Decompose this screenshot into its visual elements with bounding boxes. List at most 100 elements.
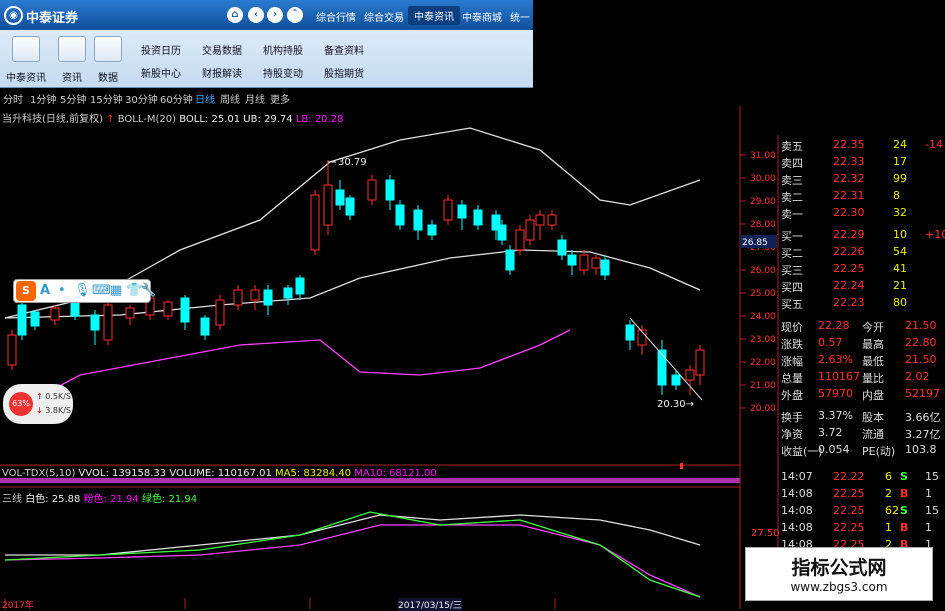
watermark-title: 指标公式网 — [791, 557, 887, 579]
candle-body — [125, 307, 135, 319]
stat-label: 最高 — [862, 338, 884, 351]
stat-label: 流通 — [862, 428, 884, 441]
stat-value: 3.66亿 — [905, 411, 941, 424]
download-speed: ↓ 3.8K/S — [36, 406, 71, 415]
download-value: 3.8K/S — [45, 406, 71, 415]
tick-volume: 6 — [885, 470, 892, 483]
bid-price: 22.24 — [833, 279, 865, 292]
floating-toolbar[interactable]: S A • 🎙 ⌨ ▦ 👕 🔧 — [13, 279, 156, 303]
stat-label: 股本 — [862, 411, 884, 424]
candle-body — [283, 287, 293, 299]
stat-value: 21.50 — [905, 353, 937, 366]
ask-label: 卖五 — [781, 140, 803, 153]
candle-body — [335, 189, 345, 206]
candle-body — [395, 204, 405, 226]
punct-icon[interactable]: • — [58, 283, 66, 298]
current-price-tag: 26.85 — [742, 238, 768, 248]
candle-body — [671, 374, 681, 386]
candle-body — [263, 289, 273, 306]
watermark: 指标公式网 www.zbgs3.com — [745, 547, 933, 601]
price-label: 24.00 — [750, 312, 776, 322]
vol-name: VOL-TDX(5,10) — [2, 468, 76, 479]
ask-price: 22.31 — [833, 189, 865, 202]
tick-side: B — [900, 521, 909, 534]
bid-label: 买三 — [781, 264, 803, 277]
stat-value: 3.27亿 — [905, 428, 941, 441]
mic-icon[interactable]: 🎙 — [74, 283, 91, 298]
candle-body — [17, 304, 27, 336]
stat-value: 57970 — [818, 387, 853, 400]
price-label: 26.00 — [750, 266, 776, 276]
speed-percent[interactable]: 63% — [9, 392, 33, 416]
stat-label: 量比 — [862, 372, 884, 385]
stat-label: 收益(一) — [781, 445, 823, 458]
upload-speed: ↑ 0.5K/S — [36, 392, 71, 401]
bid-volume: 80 — [893, 296, 907, 309]
bid-label: 买二 — [781, 247, 803, 260]
pink-label: 粉色: — [83, 494, 107, 505]
stat-value: 0.054 — [818, 443, 850, 456]
grid-icon[interactable]: ▦ — [110, 283, 122, 298]
ask-price: 22.30 — [833, 206, 865, 219]
date-label-start: 2017年 — [2, 601, 34, 611]
stat-label: 净资 — [781, 428, 803, 441]
stat-label: 最低 — [862, 355, 884, 368]
tick-price: 22.22 — [833, 470, 865, 483]
tick-time: 14:08 — [781, 487, 813, 500]
bid-label: 买五 — [781, 298, 803, 311]
tick-count: 1 — [925, 487, 932, 500]
candle-body — [233, 289, 243, 306]
text-tool[interactable]: A — [40, 283, 50, 298]
candle-body — [505, 249, 515, 271]
candle-body — [443, 199, 453, 221]
sub-name: 三线 — [2, 494, 22, 505]
stat-label: 涨跌 — [781, 338, 803, 351]
candle-body — [413, 209, 423, 231]
vol-indicator-title: VOL-TDX(5,10) VVOL: 139158.33 VOLUME: 11… — [2, 468, 437, 479]
stat-value: 2.02 — [905, 370, 930, 383]
bid-volume: 41 — [893, 262, 907, 275]
candle-body — [579, 254, 589, 271]
stat-label: 现价 — [781, 321, 803, 334]
network-speed-widget[interactable]: 63% ↑ 0.5K/S ↓ 3.8K/S — [3, 384, 73, 424]
candle-body — [535, 214, 545, 226]
price-label: 23.00 — [750, 335, 776, 345]
candle-body — [310, 194, 320, 251]
bid-change: +10 — [925, 228, 945, 241]
sogou-badge[interactable]: S — [16, 281, 36, 301]
candle-body — [515, 229, 525, 251]
bid-volume: 54 — [893, 245, 907, 258]
candle-body — [497, 224, 507, 241]
candle-body — [7, 334, 17, 366]
boll-lower-line — [4, 329, 571, 416]
upload-value: 0.5K/S — [45, 392, 71, 401]
bid-volume: 21 — [893, 279, 907, 292]
ask-label: 卖一 — [781, 208, 803, 221]
low-annotation: 20.30→ — [657, 399, 694, 410]
candle-body — [567, 254, 577, 266]
candle-body — [427, 224, 437, 236]
candle-body — [70, 302, 80, 317]
chart-svg: 30.7920.30→31.0030.0029.0028.0027.0026.0… — [0, 106, 779, 609]
sub-indicator-title: 三线 白色: 25.88 粉色: 21.94 绿色: 21.94 — [2, 490, 197, 505]
keyboard-icon[interactable]: ⌨ — [92, 283, 111, 298]
wrench-icon[interactable]: 🔧 — [140, 283, 156, 298]
ask-volume: 17 — [893, 155, 907, 168]
candle-body — [180, 297, 190, 323]
stat-value: 21.50 — [905, 319, 937, 332]
sub-white-line — [5, 514, 701, 556]
pink-value: 21.94 — [110, 494, 139, 505]
candle-body — [30, 311, 40, 327]
ask-change: -14 — [925, 138, 943, 151]
ma10-value: MA10: 68121.00 — [354, 468, 437, 479]
tick-count: 15 — [925, 504, 939, 517]
tick-side: S — [900, 470, 908, 483]
volume-value: VOLUME: 110167.01 — [169, 468, 272, 479]
candle-body — [215, 299, 225, 326]
stat-value: 2.63% — [818, 353, 853, 366]
stat-label: 今开 — [862, 321, 884, 334]
candle-body — [323, 184, 333, 226]
tick-side: B — [900, 487, 909, 500]
candle-body — [50, 307, 60, 321]
stat-label: 内盘 — [862, 389, 884, 402]
